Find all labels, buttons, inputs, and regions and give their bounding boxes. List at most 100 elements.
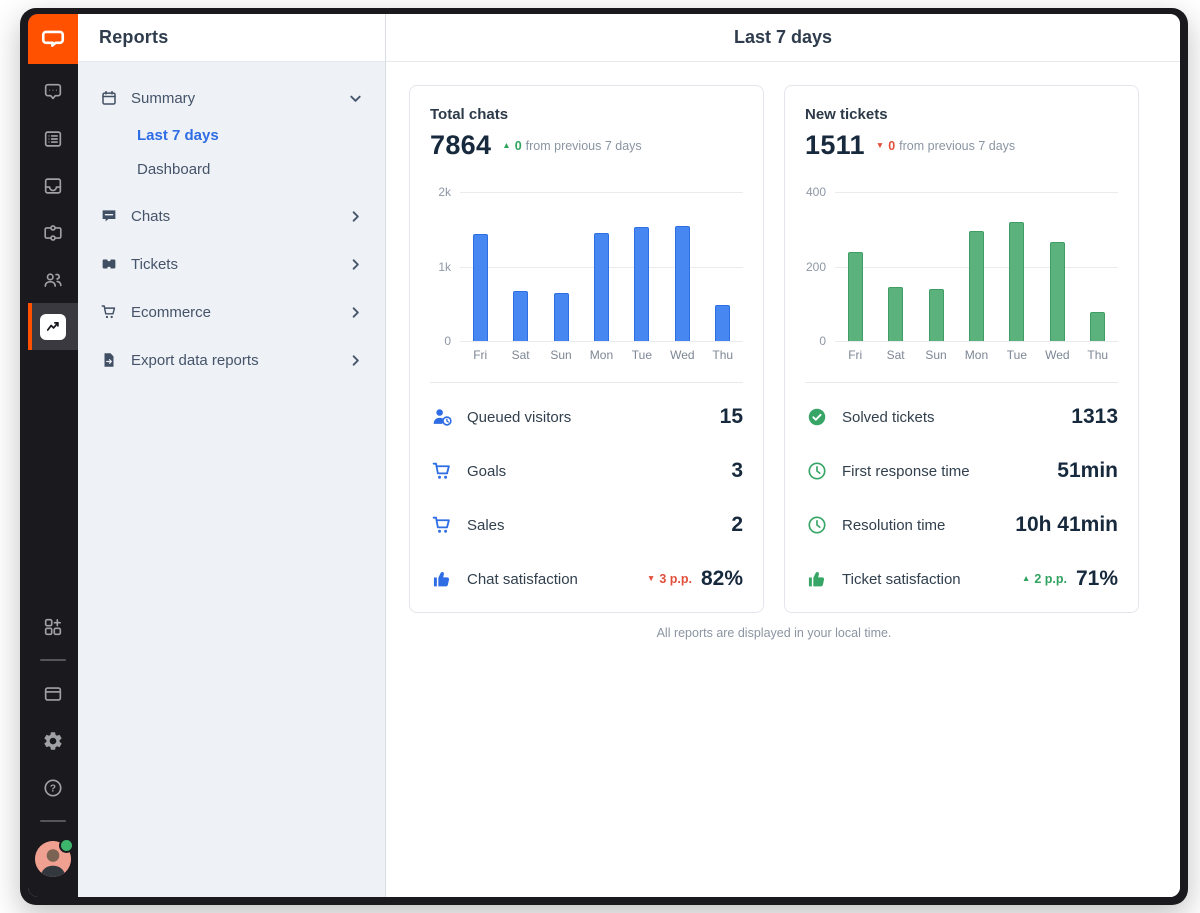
stat-value: 2 <box>731 513 743 536</box>
team-icon <box>44 272 62 287</box>
menu-item-export-data-reports[interactable]: Export data reports <box>94 336 369 384</box>
delta-value: 0 <box>514 138 522 153</box>
rail-help-button[interactable]: ? <box>28 764 78 811</box>
rail-engage-button[interactable] <box>28 115 78 162</box>
y-tick-label: 400 <box>805 185 826 199</box>
rail-reports-button[interactable] <box>28 303 78 350</box>
menu-item-tickets[interactable]: Tickets <box>94 240 369 288</box>
clock-icon <box>805 514 829 536</box>
stat-label: Sales <box>467 516 505 534</box>
x-tick-label: Fri <box>848 348 863 362</box>
y-axis: 2k 1k 0 <box>430 185 460 348</box>
menu-item-label: Summary <box>131 89 196 107</box>
menu-item-chats[interactable]: Chats <box>94 192 369 240</box>
menu-item-summary[interactable]: Summary <box>94 80 369 116</box>
app-window: ? Reports Summary Last 7 days Dashboard … <box>20 8 1188 905</box>
bar <box>968 231 984 341</box>
bar-column <box>581 192 621 341</box>
bar-column <box>997 192 1037 341</box>
cart-icon <box>430 514 454 536</box>
rail-archives-button[interactable] <box>28 162 78 209</box>
stat-row-sales: Sales 2 <box>430 498 743 552</box>
new-tickets-chart: 400 200 0 Fri Sat Sun Mon Tue Wed Thu <box>805 185 1118 362</box>
delta-badge: ▲ 0 from previous 7 days <box>502 139 641 153</box>
livechat-logo[interactable] <box>28 14 78 64</box>
bar <box>1049 242 1065 341</box>
rail-apps-button[interactable] <box>28 603 78 650</box>
stat-label: Chat satisfaction <box>467 570 578 588</box>
delta-text: from previous 7 days <box>899 138 1016 153</box>
cart-icon <box>101 305 116 319</box>
thumb-up-icon <box>805 568 829 590</box>
chat-bubble-icon <box>44 83 62 99</box>
card-title: Total chats <box>430 106 509 123</box>
bar-column <box>500 192 540 341</box>
triangle-down-icon: ▼ <box>875 139 885 150</box>
x-tick-label: Wed <box>670 348 695 362</box>
chevron-down-icon <box>348 91 363 106</box>
rail-divider <box>40 820 66 822</box>
new-tickets-card: New tickets 1511 ▼ 0 from previous 7 day… <box>784 85 1139 613</box>
stat-delta: ▼ 3 p.p. <box>646 572 692 586</box>
bar <box>513 291 529 341</box>
y-tick-label: 0 <box>444 334 451 348</box>
plot-area <box>835 192 1118 342</box>
bar <box>847 251 863 341</box>
user-avatar[interactable] <box>35 838 74 877</box>
rail-divider <box>40 659 66 661</box>
stat-row-resolution-time: Resolution time 10h 41min <box>805 498 1118 552</box>
total-chats-chart: 2k 1k 0 Fri Sat Sun Mon Tue Wed Thu <box>430 185 743 362</box>
total-chats-value: 7864 <box>430 130 492 160</box>
x-tick-label: Tue <box>631 348 653 362</box>
rail-tickets-button[interactable] <box>28 209 78 256</box>
bar-column <box>622 192 662 341</box>
plot-area <box>460 192 743 342</box>
submenu-item-dashboard[interactable]: Dashboard <box>137 152 369 186</box>
rail-nav <box>28 64 78 350</box>
bar <box>553 292 569 341</box>
y-axis: 400 200 0 <box>805 185 835 348</box>
rail-chats-button[interactable] <box>28 68 78 115</box>
rail-billing-button[interactable] <box>28 670 78 717</box>
x-tick-label: Mon <box>964 348 989 362</box>
y-tick-label: 0 <box>819 334 826 348</box>
stat-value: 3 <box>731 459 743 482</box>
triangle-up-icon: ▲ <box>502 139 511 150</box>
menu-item-label: Chats <box>131 207 171 225</box>
bar <box>928 288 944 341</box>
status-dot <box>59 838 74 853</box>
clock-icon <box>805 460 829 482</box>
export-file-icon <box>104 353 114 367</box>
stat-label: Solved tickets <box>842 408 935 426</box>
bar <box>715 304 731 341</box>
page-title: Last 7 days <box>386 14 1180 62</box>
y-tick-label: 2k <box>438 185 451 199</box>
x-tick-label: Fri <box>473 348 488 362</box>
queued-visitors-icon <box>430 406 454 429</box>
stat-label: Ticket satisfaction <box>842 570 961 588</box>
check-circle-icon <box>805 406 829 428</box>
bar <box>888 287 904 341</box>
bar <box>1090 311 1106 341</box>
bar <box>472 233 488 341</box>
rail-team-button[interactable] <box>28 256 78 303</box>
bar-column <box>460 192 500 341</box>
stat-value: 82% <box>700 567 743 590</box>
svg-text:?: ? <box>50 783 56 794</box>
total-chats-card: Total chats 7864 ▲ 0 from previous 7 day… <box>409 85 764 613</box>
menu-item-label: Export data reports <box>131 351 259 369</box>
stat-label: Queued visitors <box>467 408 572 426</box>
chat-logo-icon <box>41 30 65 47</box>
chevron-right-icon <box>348 257 363 272</box>
delta-badge: ▼ 0 from previous 7 days <box>876 139 1015 153</box>
stat-row-solved-tickets: Solved tickets 1313 <box>805 390 1118 444</box>
local-time-note: All reports are displayed in your local … <box>656 626 892 640</box>
submenu-item-last-7-days[interactable]: Last 7 days <box>137 118 369 152</box>
bar-column <box>662 192 702 341</box>
chevron-right-icon <box>348 305 363 320</box>
menu-item-ecommerce[interactable]: Ecommerce <box>94 288 369 336</box>
gridline <box>460 341 743 342</box>
stat-row-ticket-satisfaction: Ticket satisfaction ▲ 2 p.p. 71% <box>805 552 1118 606</box>
rail-settings-button[interactable] <box>28 717 78 764</box>
bar <box>674 225 690 341</box>
